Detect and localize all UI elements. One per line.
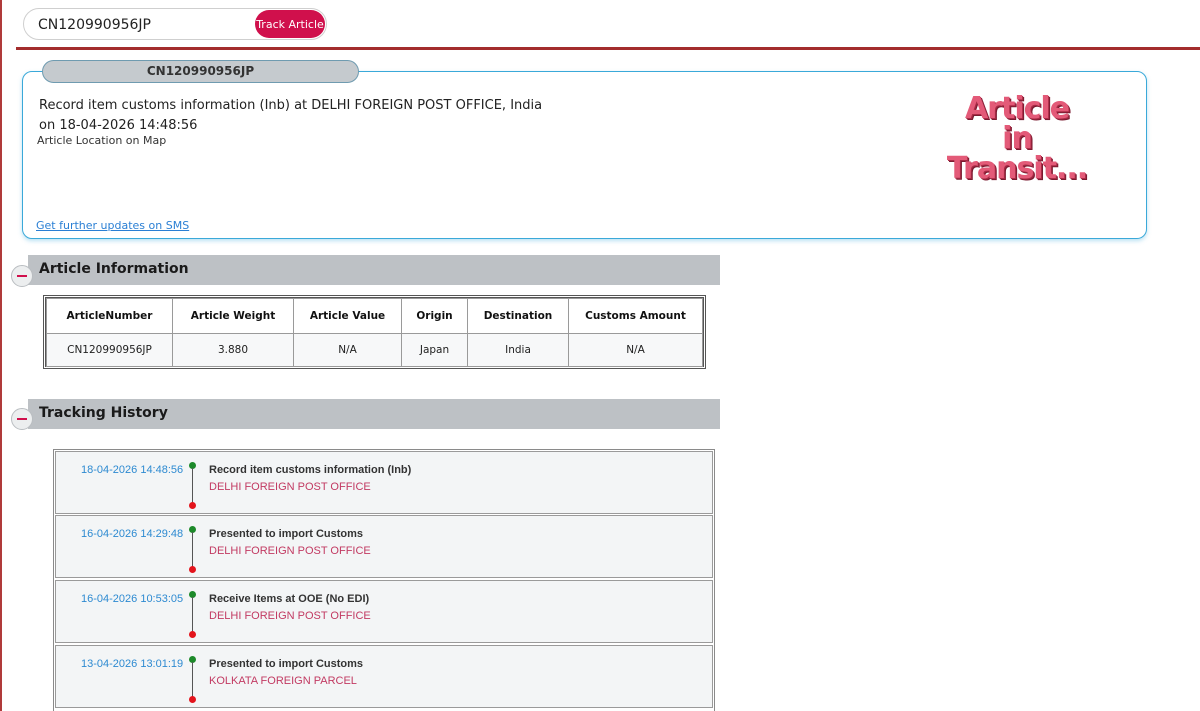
article-info-title: Article Information bbox=[39, 261, 189, 277]
track-article-button[interactable]: Track Article bbox=[255, 10, 325, 38]
col-article-number: ArticleNumber bbox=[46, 298, 173, 334]
cell-origin: Japan bbox=[401, 333, 468, 367]
timeline-line bbox=[192, 597, 193, 632]
list-item: 18-04-2026 14:48:56 Record item customs … bbox=[55, 451, 713, 514]
article-info-header: Article Information bbox=[28, 255, 720, 285]
table-row: CN120990956JP 3.880 N/A Japan India N/A bbox=[46, 333, 703, 367]
event-datetime: 16-04-2026 10:53:05 bbox=[81, 593, 184, 605]
minus-circle-icon[interactable] bbox=[11, 265, 33, 287]
cell-article-value: N/A bbox=[293, 333, 402, 367]
event-datetime: 18-04-2026 14:48:56 bbox=[81, 464, 184, 476]
event-description: Presented to import Customs bbox=[209, 528, 364, 540]
event-office: KOLKATA FOREIGN PARCEL bbox=[209, 675, 357, 687]
timeline-end-dot-icon bbox=[189, 502, 196, 509]
tracking-history-header: Tracking History bbox=[28, 399, 720, 429]
timeline-line bbox=[192, 532, 193, 567]
sms-updates-link[interactable]: Get further updates on SMS bbox=[36, 219, 189, 232]
article-number-input[interactable] bbox=[38, 15, 258, 35]
col-customs-amount: Customs Amount bbox=[568, 298, 703, 334]
transit-word-1: Article bbox=[964, 91, 1070, 126]
cell-destination: India bbox=[467, 333, 569, 367]
col-article-value: Article Value bbox=[293, 298, 402, 334]
event-office: DELHI FOREIGN POST OFFICE bbox=[209, 545, 371, 557]
timeline-end-dot-icon bbox=[189, 566, 196, 573]
tracking-history-list: 18-04-2026 14:48:56 Record item customs … bbox=[53, 449, 715, 711]
event-datetime: 13-04-2026 13:01:19 bbox=[81, 658, 184, 670]
status-line: Record item customs information (Inb) at… bbox=[39, 98, 543, 113]
transit-word-2: in bbox=[1002, 121, 1033, 156]
timeline-end-dot-icon bbox=[189, 631, 196, 638]
col-origin: Origin bbox=[401, 298, 468, 334]
header-divider bbox=[16, 47, 1200, 50]
cell-customs-amount: N/A bbox=[568, 333, 703, 367]
col-article-weight: Article Weight bbox=[172, 298, 294, 334]
article-in-transit-graphic: Article in Transit... bbox=[932, 94, 1102, 204]
latest-status: Record item customs information (Inb) at… bbox=[39, 96, 542, 136]
list-item: 16-04-2026 10:53:05 Receive Items at OOE… bbox=[55, 580, 713, 643]
event-office: DELHI FOREIGN POST OFFICE bbox=[209, 481, 371, 493]
event-description: Presented to import Customs bbox=[209, 658, 364, 670]
event-datetime: 16-04-2026 14:29:48 bbox=[81, 528, 184, 540]
transit-word-3: Transit... bbox=[946, 151, 1088, 186]
minus-circle-icon[interactable] bbox=[11, 408, 33, 430]
list-item: 13-04-2026 13:01:19 Presented to import … bbox=[55, 645, 713, 708]
table-header-row: ArticleNumber Article Weight Article Val… bbox=[46, 298, 703, 334]
event-description: Receive Items at OOE (No EDI) bbox=[209, 593, 370, 605]
timeline-line bbox=[192, 662, 193, 697]
list-item: 16-04-2026 14:29:48 Presented to import … bbox=[55, 515, 713, 578]
timeline-line bbox=[192, 468, 193, 503]
article-number-tab: CN120990956JP bbox=[42, 60, 359, 83]
cell-article-number: CN120990956JP bbox=[46, 333, 173, 367]
col-destination: Destination bbox=[467, 298, 569, 334]
event-office: DELHI FOREIGN POST OFFICE bbox=[209, 610, 371, 622]
tracking-history-title: Tracking History bbox=[39, 405, 168, 421]
cell-article-weight: 3.880 bbox=[172, 333, 294, 367]
search-bar: Track Article bbox=[23, 8, 327, 40]
timeline-end-dot-icon bbox=[189, 696, 196, 703]
event-description: Record item customs information (Inb) bbox=[209, 464, 412, 476]
article-info-table: ArticleNumber Article Weight Article Val… bbox=[43, 295, 706, 369]
left-border bbox=[0, 0, 2, 711]
map-link[interactable]: Article Location on Map bbox=[37, 134, 166, 147]
status-date-line: on 18-04-2026 14:48:56 bbox=[39, 118, 198, 133]
